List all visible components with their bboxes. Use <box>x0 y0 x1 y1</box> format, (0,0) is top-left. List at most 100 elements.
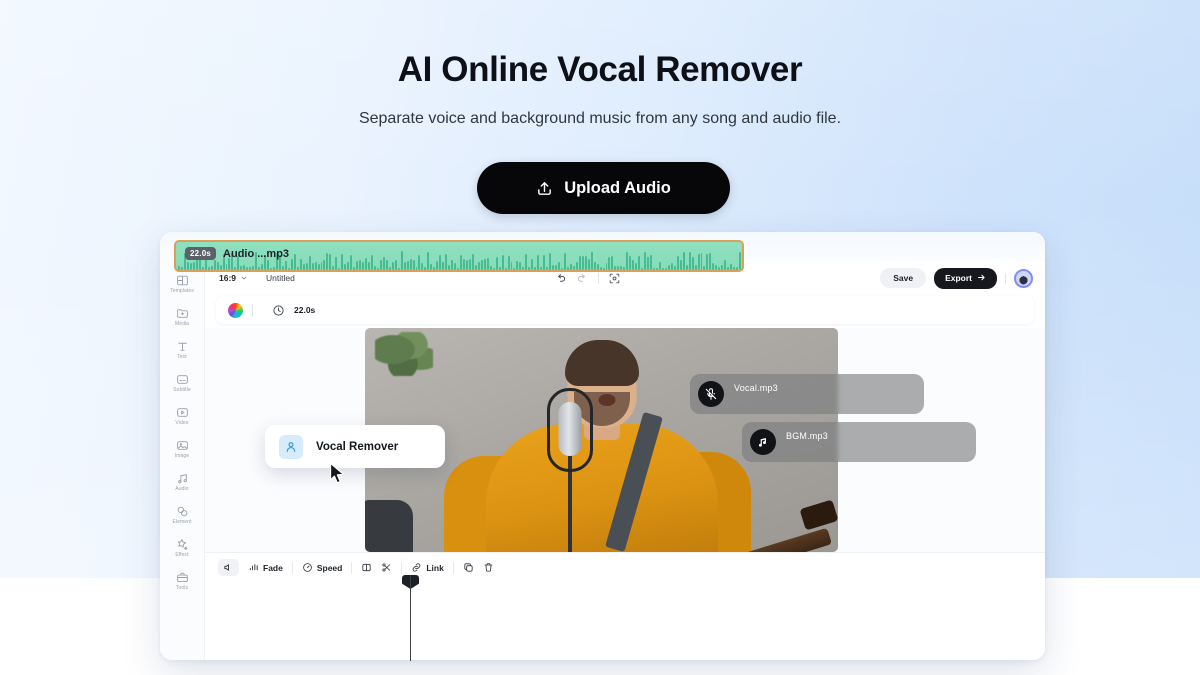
clip-edit-toolbar: Fade Speed Link <box>205 552 1045 582</box>
plant-decoration <box>375 332 433 376</box>
mic-shock-mount <box>546 388 593 472</box>
link-icon <box>411 562 422 573</box>
split-icon <box>361 562 372 573</box>
split-button[interactable] <box>361 562 372 573</box>
subtoolbar-divider <box>252 304 253 316</box>
media-folder-icon <box>176 307 189 320</box>
toolbar-divider-2 <box>1005 272 1006 284</box>
toolbar-divider-d <box>452 561 454 574</box>
redo-icon[interactable] <box>576 272 589 285</box>
editor-subtoolbar: 22.0s <box>216 296 1034 324</box>
music-note-icon <box>750 429 776 455</box>
toolbar-divider-b <box>351 561 353 574</box>
speed-label: Speed <box>316 562 343 573</box>
volume-button[interactable] <box>218 559 239 576</box>
playhead-line <box>409 575 411 661</box>
sidebar-label-audio: Audio <box>175 485 189 492</box>
singer-mouth <box>598 394 615 406</box>
singer-torso <box>485 424 718 552</box>
page-subtitle: Separate voice and background music from… <box>358 110 842 127</box>
sidebar-item-tools[interactable]: Tools <box>160 565 205 596</box>
sidebar-item-video[interactable]: Video <box>160 400 205 431</box>
sidebar-item-element[interactable]: Element <box>160 499 205 530</box>
left-sidebar: Templates Media Text Subtitle Video Imag… <box>160 262 205 660</box>
tools-briefcase-icon <box>176 571 189 584</box>
toolbar-divider-a <box>291 561 293 574</box>
timeline-audio-clip[interactable]: 22.0s Audio ...mp3 <box>174 240 744 272</box>
color-wheel-icon[interactable] <box>228 302 243 318</box>
upload-arrow-icon <box>536 180 553 197</box>
chair-decoration <box>365 500 413 552</box>
vocal-track-card[interactable]: Vocal.mp3 <box>690 374 924 414</box>
cursor-arrow-icon <box>329 462 347 489</box>
video-icon <box>176 406 189 419</box>
scissors-icon <box>381 562 392 573</box>
clip-name-label: Audio ...mp3 <box>223 247 290 260</box>
aspect-ratio-value: 16:9 <box>219 273 237 283</box>
sidebar-label-element: Element <box>172 518 192 525</box>
trash-icon <box>483 562 494 573</box>
project-name[interactable]: Untitled <box>266 273 295 283</box>
audio-note-icon <box>176 472 189 485</box>
vocal-remover-label: Vocal Remover <box>316 440 399 453</box>
bgm-track-card[interactable]: BGM.mp3 <box>742 422 976 462</box>
guitar-headstock <box>799 499 838 531</box>
sidebar-label-video: Video <box>175 419 189 426</box>
sidebar-item-audio[interactable]: Audio <box>160 466 205 497</box>
bgm-track-info: BGM.mp3 <box>786 431 828 453</box>
vocal-track-name: Vocal.mp3 <box>734 383 778 393</box>
page-title: AI Online Vocal Remover <box>397 50 803 89</box>
vocal-remover-popup[interactable]: Vocal Remover <box>265 425 445 468</box>
copy-icon <box>463 562 474 573</box>
clip-duration-badge: 22.0s <box>185 247 217 260</box>
bgm-waveform <box>786 444 828 453</box>
sidebar-label-media: Media <box>174 320 190 327</box>
speed-gauge-icon <box>302 562 313 573</box>
clip-duration-value: 22.0s <box>294 305 316 315</box>
subtitle-icon <box>176 373 189 386</box>
sidebar-item-image[interactable]: Image <box>160 433 205 464</box>
export-label: Export <box>945 273 972 283</box>
templates-icon <box>176 274 189 287</box>
save-button[interactable]: Save <box>880 268 927 288</box>
vocal-waveform <box>734 396 778 405</box>
sidebar-label-text: Text <box>177 353 187 360</box>
delete-button[interactable] <box>483 562 494 573</box>
sidebar-label-effect: Effect <box>175 551 189 558</box>
clock-icon[interactable] <box>272 304 285 317</box>
sidebar-item-text[interactable]: Text <box>160 334 205 365</box>
copy-button[interactable] <box>463 562 474 573</box>
vocal-track-info: Vocal.mp3 <box>734 383 778 405</box>
sidebar-label-tools: Tools <box>175 584 189 591</box>
clip-header: 22.0s Audio ...mp3 <box>185 247 289 260</box>
sidebar-item-media[interactable]: Media <box>160 301 205 332</box>
sidebar-item-effect[interactable]: Effect <box>160 532 205 563</box>
toolbar-divider <box>598 272 600 284</box>
timeline-panel[interactable] <box>205 582 1045 660</box>
sidebar-item-subtitle[interactable]: Subtitle <box>160 367 205 398</box>
upload-audio-button[interactable]: Upload Audio <box>477 162 730 214</box>
sidebar-label-templates: Templates <box>170 287 194 294</box>
undo-icon[interactable] <box>554 272 567 285</box>
fade-button[interactable]: Fade <box>248 562 283 573</box>
text-icon <box>176 340 189 353</box>
bgm-track-name: BGM.mp3 <box>786 431 828 441</box>
export-button[interactable]: Export <box>934 267 997 289</box>
link-label: Link <box>426 562 444 573</box>
element-shapes-icon <box>176 505 189 518</box>
user-person-icon <box>279 434 303 459</box>
toolbar-divider-c <box>401 561 403 574</box>
fade-bars-icon <box>248 562 259 573</box>
avatar[interactable] <box>1014 268 1033 288</box>
arrow-right-icon <box>977 273 986 284</box>
link-button[interactable]: Link <box>411 562 444 573</box>
crop-frame-icon[interactable] <box>608 272 621 285</box>
image-icon <box>176 439 189 452</box>
sidebar-item-templates[interactable]: Templates <box>160 268 205 299</box>
speed-button[interactable]: Speed <box>302 562 343 573</box>
volume-icon <box>223 562 234 573</box>
cut-button[interactable] <box>381 562 392 573</box>
sidebar-label-image: Image <box>174 452 190 459</box>
mic-muted-icon <box>698 381 724 407</box>
sidebar-label-subtitle: Subtitle <box>173 386 191 393</box>
